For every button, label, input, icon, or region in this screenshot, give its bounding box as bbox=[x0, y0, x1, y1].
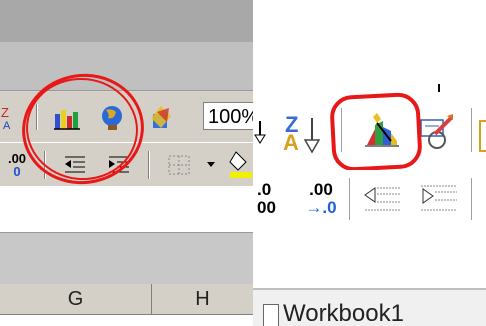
column-header-g[interactable]: G bbox=[0, 284, 152, 315]
increase-indent-icon bbox=[421, 185, 457, 211]
globe-map-icon bbox=[102, 106, 122, 130]
chart-wizard-icon bbox=[54, 110, 80, 130]
workbook-document-icon bbox=[263, 304, 279, 326]
left-menu-bar bbox=[0, 42, 253, 91]
svg-text:Z: Z bbox=[1, 105, 9, 120]
drawing-tools-button[interactable] bbox=[415, 112, 457, 154]
drawing-icon bbox=[151, 106, 171, 128]
sort-descending-button[interactable]: Z A bbox=[279, 110, 329, 158]
formatting-toolbar: .00 0 bbox=[0, 142, 253, 187]
chart-wizard-button[interactable] bbox=[50, 104, 84, 132]
decrease-decimal-button[interactable]: .00 0 bbox=[0, 149, 34, 181]
right-top-blank bbox=[253, 0, 486, 86]
next-toolbar-button-edge[interactable] bbox=[479, 120, 486, 152]
right-standard-toolbar: Z A bbox=[253, 92, 486, 168]
svg-text:A: A bbox=[3, 120, 11, 131]
left-blank-area bbox=[0, 186, 253, 232]
right-excel-panel: Z A .0 00 .00 →.0 Workbook1 bbox=[253, 0, 486, 326]
borders-dropdown-arrow[interactable] bbox=[204, 153, 218, 177]
chart-wizard-icon bbox=[365, 113, 399, 147]
increase-indent-button-right[interactable] bbox=[417, 178, 461, 218]
map-button[interactable] bbox=[96, 102, 130, 134]
increase-decimal-button[interactable]: .0 00 bbox=[253, 176, 291, 222]
left-excel-panel: ZA 100% bbox=[0, 0, 253, 326]
fill-color-icon bbox=[228, 151, 252, 178]
increase-indent-icon bbox=[109, 156, 129, 173]
decrease-indent-button-right[interactable] bbox=[361, 178, 405, 218]
fill-color-button[interactable] bbox=[226, 149, 253, 181]
chevron-down-icon bbox=[207, 162, 215, 167]
zoom-box[interactable]: 100% bbox=[203, 102, 253, 130]
drawing-button[interactable] bbox=[144, 102, 178, 134]
borders-button[interactable] bbox=[164, 151, 194, 179]
sort-descending-icon[interactable]: ZA bbox=[0, 102, 16, 132]
chart-wizard-button-highlighted[interactable] bbox=[361, 110, 403, 150]
left-workbook-bar bbox=[0, 232, 253, 285]
decrease-indent-icon bbox=[364, 187, 401, 211]
workbook-title: Workbook1 bbox=[283, 300, 404, 326]
left-cell-area bbox=[0, 315, 253, 326]
sort-arrow-icon[interactable] bbox=[253, 112, 269, 152]
decrease-indent-button[interactable] bbox=[60, 151, 90, 179]
borders-icon bbox=[168, 155, 190, 175]
right-blank-area bbox=[253, 228, 486, 288]
decrease-decimal-button-right[interactable]: .00 →.0 bbox=[301, 176, 341, 222]
drawing-pencil-icon bbox=[420, 114, 453, 149]
right-formatting-toolbar: .0 00 .00 →.0 bbox=[253, 170, 486, 228]
workbook-window-bar: Workbook1 bbox=[253, 288, 486, 326]
column-header-h[interactable]: H bbox=[152, 284, 253, 315]
zoom-value: 100% bbox=[208, 106, 253, 128]
decrease-indent-icon bbox=[65, 156, 85, 173]
increase-indent-button[interactable] bbox=[104, 151, 134, 179]
left-title-bar bbox=[0, 0, 253, 42]
right-toolbar-divider-tick bbox=[438, 84, 440, 92]
standard-toolbar: ZA 100% bbox=[0, 92, 253, 142]
